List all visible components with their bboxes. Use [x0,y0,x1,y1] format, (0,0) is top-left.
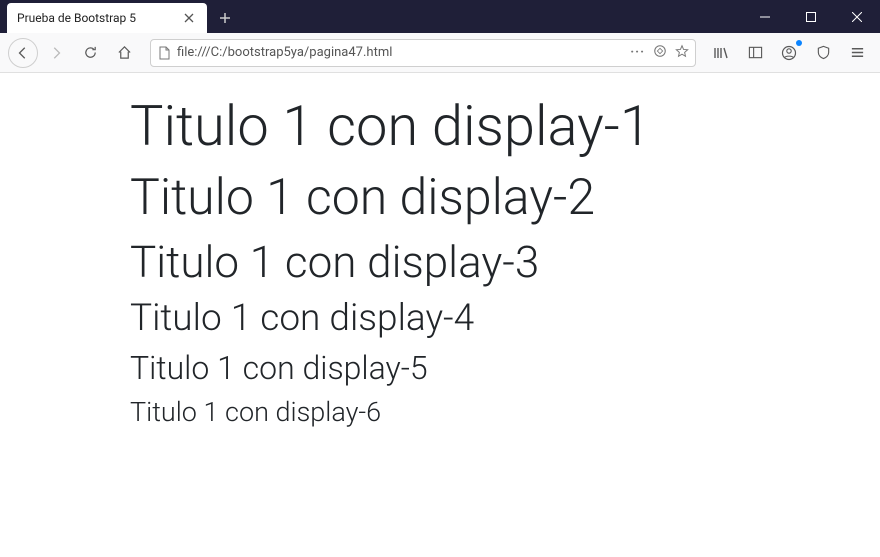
url-text: file:///C:/bootstrap5ya/pagina47.html [177,45,624,60]
heading-display-1: Titulo 1 con display-1 [130,93,880,160]
library-icon[interactable] [706,38,736,68]
home-button[interactable] [108,37,140,69]
tab-title: Prueba de Bootstrap 5 [17,11,181,25]
sidebar-icon[interactable] [740,38,770,68]
page-actions-icon[interactable]: ··· [630,45,645,60]
tab-strip: Prueba de Bootstrap 5 [0,0,239,33]
heading-display-6: Titulo 1 con display-6 [130,396,880,428]
bookmark-star-icon[interactable] [675,44,689,62]
close-tab-icon[interactable] [181,10,197,26]
menu-icon[interactable] [842,38,872,68]
heading-display-3: Titulo 1 con display-3 [130,236,880,289]
heading-display-5: Titulo 1 con display-5 [130,349,880,387]
reader-mode-icon[interactable] [653,44,667,62]
reload-button[interactable] [74,37,106,69]
window-titlebar: Prueba de Bootstrap 5 [0,0,880,33]
minimize-button[interactable] [742,2,788,32]
heading-display-4: Titulo 1 con display-4 [130,297,880,341]
toolbar-right [706,38,872,68]
maximize-button[interactable] [788,2,834,32]
heading-display-2: Titulo 1 con display-2 [130,168,880,228]
file-icon [157,46,171,60]
address-bar[interactable]: file:///C:/bootstrap5ya/pagina47.html ··… [150,39,696,67]
browser-toolbar: file:///C:/bootstrap5ya/pagina47.html ··… [0,33,880,73]
protections-shield-icon[interactable] [808,38,838,68]
forward-button[interactable] [40,37,72,69]
window-controls [742,0,880,33]
urlbar-actions: ··· [630,44,689,62]
back-button[interactable] [8,38,38,68]
page-content: Titulo 1 con display-1 Titulo 1 con disp… [0,73,880,428]
account-icon[interactable] [774,38,804,68]
browser-tab[interactable]: Prueba de Bootstrap 5 [7,3,207,33]
close-window-button[interactable] [834,2,880,32]
new-tab-button[interactable] [211,4,239,32]
